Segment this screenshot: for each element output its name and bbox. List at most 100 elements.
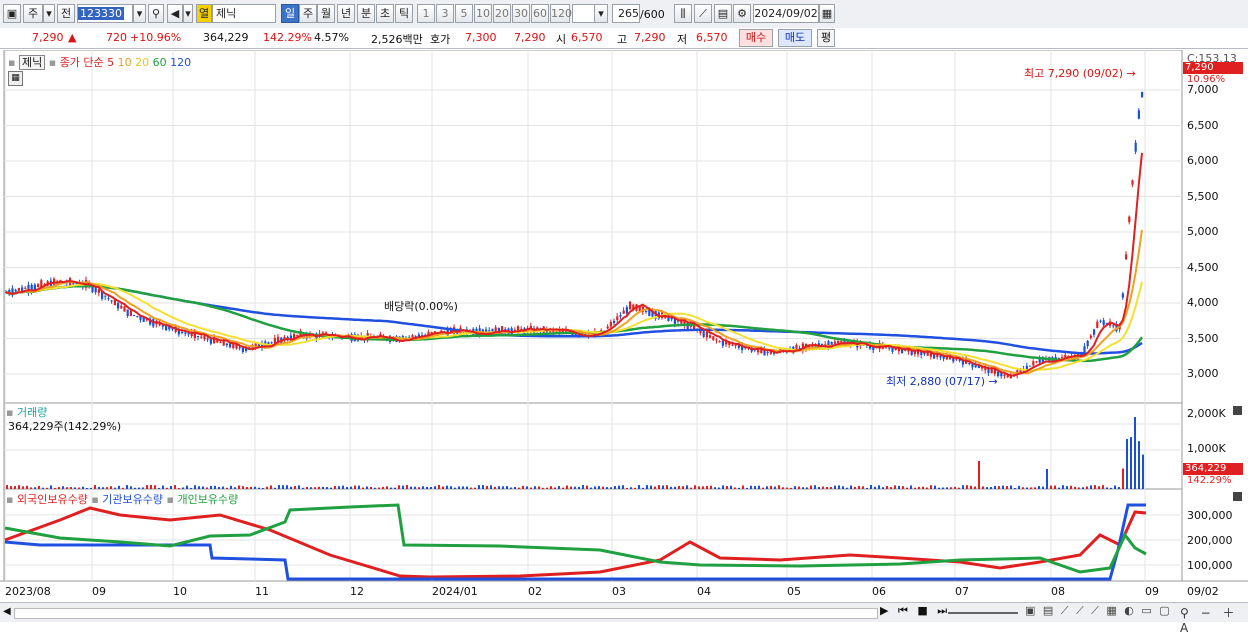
volume-bar: [66, 487, 68, 489]
calendar-icon[interactable]: ▦: [819, 4, 835, 23]
interval-60[interactable]: 60: [531, 4, 549, 23]
foreign-holdings-line: [4, 506, 1147, 579]
volume-bar: [698, 486, 700, 489]
layout-icon[interactable]: ▣: [3, 4, 21, 23]
ma-20: 20: [135, 56, 150, 69]
buy-button[interactable]: 매수: [739, 29, 773, 47]
code-input[interactable]: 123330: [77, 4, 133, 23]
market-select[interactable]: 주: [23, 4, 43, 23]
period-year[interactable]: 년: [337, 4, 355, 23]
volume-bar: [102, 487, 104, 489]
volume-bar: [418, 487, 420, 489]
zoom-slider[interactable]: [948, 612, 1018, 614]
period-month[interactable]: 월: [317, 4, 335, 23]
interval-3[interactable]: 3: [436, 4, 454, 23]
volume-bar: [874, 486, 876, 489]
candle-body: [1099, 320, 1102, 322]
speaker-dropdown-icon[interactable]: ▾: [183, 4, 193, 23]
volume-bar: [830, 486, 832, 489]
volume-bar: [218, 486, 220, 489]
average-button[interactable]: 평: [817, 29, 835, 47]
line-tool-icon[interactable]: ⟋: [694, 4, 712, 23]
interval-1[interactable]: 1: [417, 4, 435, 23]
volume-bar: [1026, 487, 1028, 489]
volume-bar: [238, 485, 240, 489]
volume-bar: [658, 485, 660, 489]
volume-bar: [318, 486, 320, 489]
volume-bar: [714, 487, 716, 489]
volume-bar: [798, 486, 800, 489]
volume-bar: [54, 487, 56, 489]
volume-bar: [758, 485, 760, 489]
volume-bar: [214, 485, 216, 489]
volume-bar: [58, 487, 60, 489]
holdings-tick-300k: 300,000: [1187, 509, 1233, 522]
volume-bar: [1126, 439, 1128, 489]
candle-body: [270, 342, 273, 344]
interval-dropdown-icon[interactable]: ▾: [594, 4, 608, 23]
period-week[interactable]: 주: [299, 4, 317, 23]
institution-legend: 기관보유수량: [102, 493, 164, 506]
scroll-track[interactable]: [14, 608, 878, 619]
x-axis-label: 2023/08: [5, 585, 51, 598]
stock-chart[interactable]: [0, 50, 1248, 603]
volume-bar: [966, 485, 968, 489]
chart-tool-icons[interactable]: ▣ ▤ ⟋ ⟋ ⟋ ▦ ◐ ▭ ▢: [1025, 604, 1172, 618]
date-input[interactable]: 2024/09/02: [753, 4, 819, 23]
volume-close-icon[interactable]: [1233, 406, 1242, 415]
volume-bar: [722, 485, 724, 489]
playback-controls[interactable]: ▶ ⏮ ■ ⏭: [880, 604, 950, 618]
save-icon[interactable]: ▤: [714, 4, 732, 23]
chevron-down-icon[interactable]: ▾: [43, 4, 55, 23]
candle-icon[interactable]: ⫼: [674, 4, 692, 23]
table-icon[interactable]: ▦: [8, 71, 23, 86]
candle-body: [1125, 254, 1128, 260]
volume-bar: [246, 486, 248, 489]
volume-panel-frame: [3, 402, 1183, 490]
volume-bar: [622, 485, 624, 489]
volume-bar: [942, 487, 944, 489]
gear-icon[interactable]: ⚙: [733, 4, 751, 23]
candle-body: [968, 362, 971, 364]
period-second[interactable]: 초: [376, 4, 394, 23]
zoom-controls[interactable]: ⚲ − ＋ A: [1180, 604, 1248, 635]
interval-20[interactable]: 20: [493, 4, 511, 23]
volume-bar: [754, 486, 756, 489]
period-minute[interactable]: 분: [357, 4, 375, 23]
stock-name-field[interactable]: 제닉: [212, 4, 276, 23]
speaker-icon[interactable]: ◀: [167, 4, 183, 23]
interval-5[interactable]: 5: [455, 4, 473, 23]
sell-button[interactable]: 매도: [778, 29, 812, 47]
volume-bar: [242, 486, 244, 489]
bottom-scrollbar[interactable]: ◀ ▶ ⏮ ■ ⏭ ▣ ▤ ⟋ ⟋ ⟋ ▦ ◐ ▭ ▢ ⚲ − ＋ A: [0, 602, 1248, 635]
sort-button[interactable]: 열: [196, 4, 212, 23]
count-input[interactable]: 265: [612, 4, 640, 23]
period-tick[interactable]: 틱: [395, 4, 413, 23]
candle-body: [1029, 365, 1032, 367]
ask-price: 7,300: [465, 31, 497, 44]
volume-bar: [906, 487, 908, 489]
chart-area[interactable]: ▪ 제닉 ▪ 종가 단순 5 10 20 60 120 ▦ 최고 7,290 (…: [0, 50, 1248, 603]
interval-120[interactable]: 120: [550, 4, 572, 23]
volume-bar: [450, 486, 452, 489]
volume-bar: [762, 487, 764, 489]
period-day[interactable]: 일: [281, 4, 299, 23]
volume-bar: [750, 485, 752, 489]
bid-price: 7,290: [514, 31, 546, 44]
price-tick: 3,500: [1187, 331, 1219, 345]
holdings-layer: [4, 503, 1147, 581]
candle-body: [200, 336, 203, 338]
candle-body: [616, 316, 619, 321]
volume-last-pct: 142.29%: [1187, 475, 1232, 486]
candle-body: [1035, 361, 1038, 363]
scroll-left-icon[interactable]: ◀: [3, 606, 11, 617]
prev-button[interactable]: 전: [57, 4, 75, 23]
volume-bar: [682, 486, 684, 489]
volume-bar: [990, 487, 992, 489]
holdings-close-icon[interactable]: [1233, 492, 1242, 501]
volume-bar: [1118, 487, 1120, 489]
interval-10[interactable]: 10: [474, 4, 492, 23]
interval-30[interactable]: 30: [512, 4, 530, 23]
search-icon[interactable]: ⚲: [148, 4, 164, 23]
code-dropdown-icon[interactable]: ▾: [133, 4, 146, 23]
